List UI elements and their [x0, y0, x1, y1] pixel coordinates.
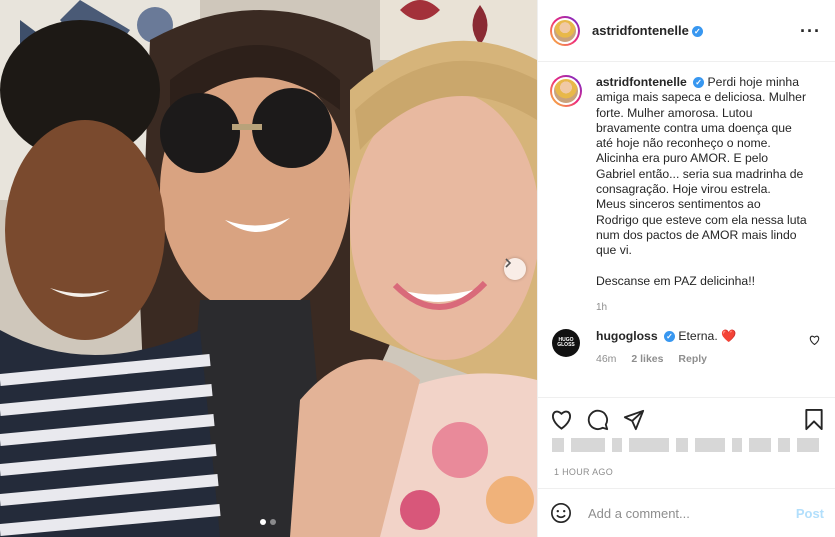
- liked-by-redacted: [552, 438, 819, 452]
- author-avatar[interactable]: [550, 15, 580, 46]
- caption-line: Gabriel então... seria sua madrinha de: [596, 166, 804, 181]
- caption: astridfontenelle ✓ Perdi hoje minha amig…: [550, 75, 828, 289]
- caption-line: forte. Mulher amorosa. Lutou: [596, 105, 753, 120]
- caption-line: Perdi hoje minha: [707, 75, 799, 89]
- bookmark-icon[interactable]: [804, 408, 824, 431]
- author-username-text[interactable]: astridfontenelle: [592, 23, 689, 38]
- caption-line: bravamente contra uma doença que: [596, 120, 792, 135]
- caption-body: astridfontenelle ✓ Perdi hoje minha amig…: [596, 75, 814, 289]
- verified-badge-icon: ✓: [664, 331, 676, 343]
- caption-line: Alicinha era puro AMOR. E pelo: [596, 151, 769, 166]
- caption-line: Meus sinceros sentimentos ao: [596, 197, 761, 212]
- carousel-indicator: [260, 519, 276, 525]
- author-username[interactable]: astridfontenelle ✓: [592, 23, 703, 38]
- comment-avatar-text: HUGO GLOSS: [557, 337, 575, 349]
- post-header: astridfontenelle ✓ ···: [538, 0, 835, 62]
- post-photo[interactable]: [0, 0, 537, 537]
- add-comment-bar: Post: [538, 488, 835, 537]
- carousel-dot: [270, 519, 276, 525]
- comments-section: astridfontenelle ✓ Perdi hoje minha amig…: [550, 75, 828, 365]
- caption-line: Rodrigo que esteve com ela nessa luta: [596, 212, 807, 227]
- verified-badge-icon: ✓: [693, 77, 705, 89]
- caption-username[interactable]: astridfontenelle: [596, 75, 687, 89]
- post-actions-bar: [538, 397, 835, 441]
- carousel-dot-active: [260, 519, 266, 525]
- comment-likes[interactable]: 2 likes: [631, 353, 663, 365]
- caption-text: astridfontenelle ✓ Perdi hoje minha amig…: [596, 75, 814, 289]
- heart-icon[interactable]: [550, 409, 573, 430]
- caption-line: num dos pactos de AMOR mais lindo: [596, 227, 797, 242]
- selfie-image: [0, 0, 537, 537]
- more-options-icon[interactable]: ···: [800, 22, 821, 40]
- caption-line: que vi.: [596, 243, 632, 258]
- comment-icon[interactable]: [587, 409, 609, 431]
- comment-time: 46m: [596, 353, 617, 366]
- comment-body: hugogloss ✓ Eterna. ❤️ 46m 2 likes Reply: [596, 329, 736, 365]
- caption-line: até hoje não reconheço o nome.: [596, 136, 771, 151]
- instagram-post: astridfontenelle ✓ ··· astridfontenelle ✓…: [0, 0, 835, 537]
- comment-text: Eterna.: [678, 329, 718, 344]
- post-timestamp: 1 HOUR AGO: [554, 467, 614, 477]
- chevron-right-icon: [505, 258, 512, 268]
- comment-heart-icon[interactable]: [809, 335, 820, 346]
- comment-avatar[interactable]: HUGO GLOSS: [552, 329, 580, 358]
- comment-username[interactable]: hugogloss: [596, 329, 658, 343]
- post-side-panel: astridfontenelle ✓ ··· astridfontenelle ✓…: [537, 0, 835, 537]
- post-comment-button[interactable]: Post: [796, 506, 824, 521]
- verified-badge-icon: ✓: [691, 26, 703, 37]
- caption-author-avatar[interactable]: [550, 75, 582, 107]
- comment-reply-button[interactable]: Reply: [678, 353, 707, 365]
- comment-item: HUGO GLOSS hugogloss ✓ Eterna. ❤️ 46m 2 …: [550, 329, 828, 365]
- caption-line: amiga mais sapeca e deliciosa. Mulher: [596, 90, 806, 105]
- smiley-icon[interactable]: [550, 502, 572, 524]
- caption-line: consagração. Hoje virou estrela.: [596, 182, 771, 197]
- carousel-next-button[interactable]: [504, 258, 526, 280]
- comment-emoji: ❤️: [721, 329, 737, 344]
- caption-line: Descanse em PAZ delicinha!!: [596, 273, 755, 288]
- caption-time: 1h: [596, 302, 608, 314]
- add-comment-input[interactable]: [586, 504, 796, 522]
- paper-plane-icon[interactable]: [623, 409, 645, 431]
- comment-meta: 46m 2 likes Reply: [596, 353, 736, 365]
